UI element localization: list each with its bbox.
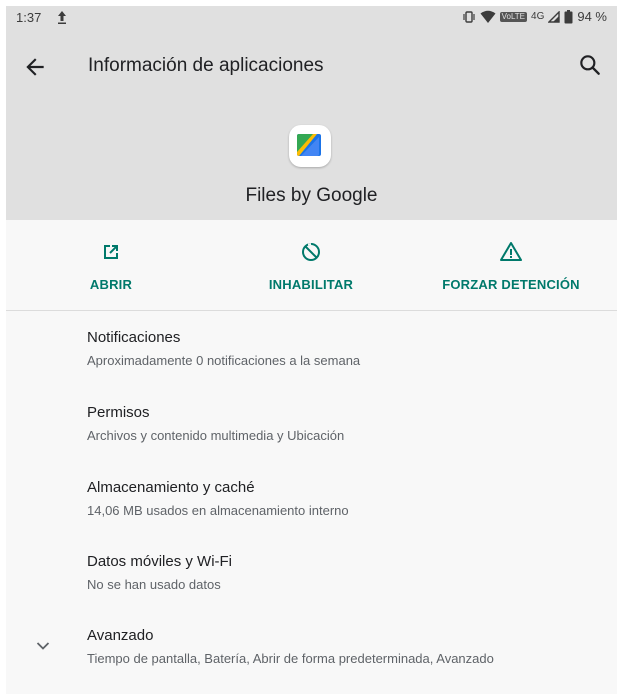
force-stop-button[interactable]: FORZAR DETENCIÓN (426, 220, 596, 310)
folder-logo-icon (297, 134, 321, 156)
status-bar: 1:37 VoLTE 4G 94 % (6, 6, 617, 30)
force-stop-label: FORZAR DETENCIÓN (442, 277, 580, 292)
vibrate-icon (462, 10, 475, 23)
disable-icon (302, 243, 320, 261)
warning-icon (500, 242, 522, 261)
setting-mobile-data[interactable]: Datos móviles y Wi-Fi No se han usado da… (6, 535, 617, 609)
files-app-icon (289, 125, 331, 167)
setting-title: Avanzado (87, 627, 154, 644)
setting-advanced[interactable]: Avanzado Tiempo de pantalla, Batería, Ab… (6, 609, 617, 683)
volte-badge: VoLTE (499, 11, 528, 22)
setting-summary: Aproximadamente 0 notificaciones a la se… (87, 353, 361, 368)
setting-title: Almacenamiento y caché (87, 479, 255, 496)
setting-storage[interactable]: Almacenamiento y caché 14,06 MB usados e… (6, 461, 617, 535)
search-icon[interactable] (577, 52, 603, 78)
disable-label: INHABILITAR (268, 277, 354, 292)
battery-icon (564, 9, 573, 23)
setting-summary: 14,06 MB usados en almacenamiento intern… (87, 503, 349, 518)
setting-summary: No se han usado datos (87, 577, 221, 592)
battery-percent: 94 % (577, 9, 607, 24)
open-in-new-icon (104, 245, 118, 259)
page-title: Información de aplicaciones (88, 55, 324, 76)
chevron-down-icon (36, 642, 50, 650)
signal-icon (548, 10, 561, 23)
action-bar: ABRIR INHABILITAR FORZAR DETENCIÓN (6, 220, 617, 311)
setting-summary: Archivos y contenido multimedia y Ubicac… (87, 428, 345, 443)
setting-notifications[interactable]: Notificaciones Aproximadamente 0 notific… (6, 311, 617, 385)
disable-button[interactable]: INHABILITAR (241, 220, 381, 310)
wifi-icon (480, 10, 496, 23)
open-label: ABRIR (89, 277, 133, 292)
setting-permissions[interactable]: Permisos Archivos y contenido multimedia… (6, 386, 617, 460)
back-arrow-icon[interactable] (22, 54, 48, 80)
app-name: Files by Google (245, 185, 378, 206)
setting-title: Permisos (87, 404, 150, 421)
status-icons: VoLTE 4G 94 % (462, 9, 607, 24)
app-header: Información de aplicaciones Files by Goo… (6, 30, 617, 220)
app-info-screen: 1:37 VoLTE 4G 94 % Información de aplica… (6, 6, 617, 694)
status-time: 1:37 (16, 10, 42, 25)
open-button[interactable]: ABRIR (46, 220, 176, 310)
upload-icon (58, 11, 66, 24)
setting-summary: Tiempo de pantalla, Batería, Abrir de fo… (87, 651, 494, 666)
setting-title: Datos móviles y Wi-Fi (87, 553, 233, 570)
network-type: 4G (531, 11, 545, 22)
setting-title: Notificaciones (87, 329, 181, 346)
